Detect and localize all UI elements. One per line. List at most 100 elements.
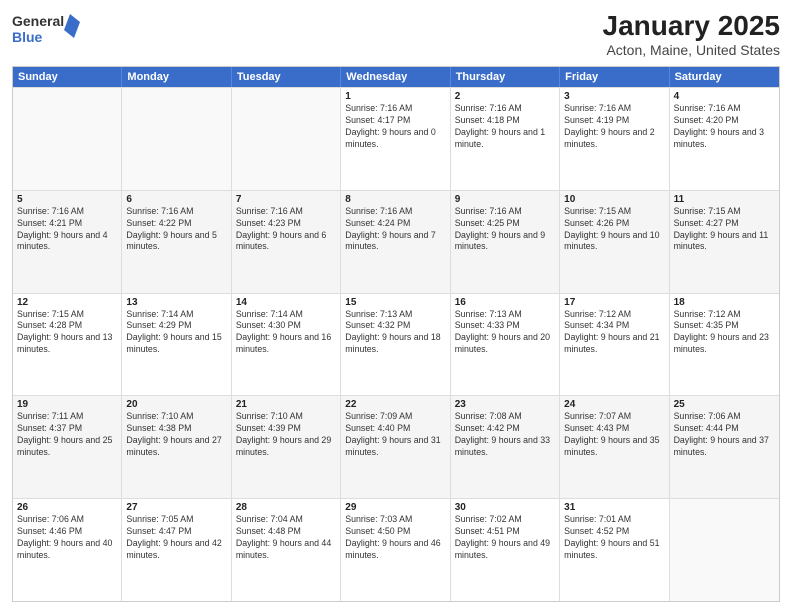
table-row: 19Sunrise: 7:11 AMSunset: 4:37 PMDayligh… [13,396,122,498]
table-row: 2Sunrise: 7:16 AMSunset: 4:18 PMDaylight… [451,88,560,190]
dow-thursday: Thursday [451,67,560,87]
table-row: 15Sunrise: 7:13 AMSunset: 4:32 PMDayligh… [341,294,450,396]
cell-info: Sunrise: 7:13 AMSunset: 4:33 PMDaylight:… [455,309,555,357]
week-row-3: 12Sunrise: 7:15 AMSunset: 4:28 PMDayligh… [13,293,779,396]
day-number: 31 [564,502,664,513]
cell-info: Sunrise: 7:16 AMSunset: 4:22 PMDaylight:… [126,206,226,254]
calendar: Sunday Monday Tuesday Wednesday Thursday… [12,66,780,602]
cell-info: Sunrise: 7:15 AMSunset: 4:27 PMDaylight:… [674,206,775,254]
dow-sunday: Sunday [13,67,122,87]
day-number: 15 [345,297,445,308]
dow-tuesday: Tuesday [232,67,341,87]
table-row [670,499,779,601]
cell-info: Sunrise: 7:16 AMSunset: 4:18 PMDaylight:… [455,103,555,151]
title-block: January 2025 Acton, Maine, United States [603,10,780,58]
cell-info: Sunrise: 7:16 AMSunset: 4:17 PMDaylight:… [345,103,445,151]
table-row [13,88,122,190]
table-row: 5Sunrise: 7:16 AMSunset: 4:21 PMDaylight… [13,191,122,293]
day-number: 30 [455,502,555,513]
cell-info: Sunrise: 7:06 AMSunset: 4:46 PMDaylight:… [17,514,117,562]
table-row: 22Sunrise: 7:09 AMSunset: 4:40 PMDayligh… [341,396,450,498]
day-number: 6 [126,194,226,205]
cell-info: Sunrise: 7:12 AMSunset: 4:35 PMDaylight:… [674,309,775,357]
week-row-4: 19Sunrise: 7:11 AMSunset: 4:37 PMDayligh… [13,395,779,498]
cell-info: Sunrise: 7:11 AMSunset: 4:37 PMDaylight:… [17,411,117,459]
day-number: 17 [564,297,664,308]
day-number: 7 [236,194,336,205]
calendar-subtitle: Acton, Maine, United States [603,42,780,58]
svg-text:Blue: Blue [12,29,43,45]
day-number: 11 [674,194,775,205]
table-row: 31Sunrise: 7:01 AMSunset: 4:52 PMDayligh… [560,499,669,601]
day-number: 21 [236,399,336,410]
page: General Blue January 2025 Acton, Maine, … [0,0,792,612]
day-number: 1 [345,91,445,102]
table-row: 17Sunrise: 7:12 AMSunset: 4:34 PMDayligh… [560,294,669,396]
table-row [232,88,341,190]
day-number: 8 [345,194,445,205]
dow-friday: Friday [560,67,669,87]
day-number: 27 [126,502,226,513]
day-number: 22 [345,399,445,410]
day-number: 13 [126,297,226,308]
cell-info: Sunrise: 7:15 AMSunset: 4:28 PMDaylight:… [17,309,117,357]
cell-info: Sunrise: 7:08 AMSunset: 4:42 PMDaylight:… [455,411,555,459]
day-number: 10 [564,194,664,205]
table-row: 30Sunrise: 7:02 AMSunset: 4:51 PMDayligh… [451,499,560,601]
day-number: 20 [126,399,226,410]
table-row: 21Sunrise: 7:10 AMSunset: 4:39 PMDayligh… [232,396,341,498]
cell-info: Sunrise: 7:12 AMSunset: 4:34 PMDaylight:… [564,309,664,357]
cell-info: Sunrise: 7:06 AMSunset: 4:44 PMDaylight:… [674,411,775,459]
table-row: 20Sunrise: 7:10 AMSunset: 4:38 PMDayligh… [122,396,231,498]
table-row: 28Sunrise: 7:04 AMSunset: 4:48 PMDayligh… [232,499,341,601]
cell-info: Sunrise: 7:16 AMSunset: 4:24 PMDaylight:… [345,206,445,254]
cell-info: Sunrise: 7:15 AMSunset: 4:26 PMDaylight:… [564,206,664,254]
cell-info: Sunrise: 7:16 AMSunset: 4:25 PMDaylight:… [455,206,555,254]
week-row-2: 5Sunrise: 7:16 AMSunset: 4:21 PMDaylight… [13,190,779,293]
cell-info: Sunrise: 7:02 AMSunset: 4:51 PMDaylight:… [455,514,555,562]
cell-info: Sunrise: 7:10 AMSunset: 4:38 PMDaylight:… [126,411,226,459]
logo: General Blue [12,10,82,50]
day-number: 26 [17,502,117,513]
day-number: 18 [674,297,775,308]
dow-monday: Monday [122,67,231,87]
table-row: 24Sunrise: 7:07 AMSunset: 4:43 PMDayligh… [560,396,669,498]
table-row: 7Sunrise: 7:16 AMSunset: 4:23 PMDaylight… [232,191,341,293]
table-row: 23Sunrise: 7:08 AMSunset: 4:42 PMDayligh… [451,396,560,498]
dow-saturday: Saturday [670,67,779,87]
cell-info: Sunrise: 7:10 AMSunset: 4:39 PMDaylight:… [236,411,336,459]
table-row: 12Sunrise: 7:15 AMSunset: 4:28 PMDayligh… [13,294,122,396]
day-number: 25 [674,399,775,410]
day-number: 4 [674,91,775,102]
cell-info: Sunrise: 7:16 AMSunset: 4:23 PMDaylight:… [236,206,336,254]
calendar-body: 1Sunrise: 7:16 AMSunset: 4:17 PMDaylight… [13,87,779,601]
cell-info: Sunrise: 7:03 AMSunset: 4:50 PMDaylight:… [345,514,445,562]
table-row [122,88,231,190]
table-row: 13Sunrise: 7:14 AMSunset: 4:29 PMDayligh… [122,294,231,396]
cell-info: Sunrise: 7:01 AMSunset: 4:52 PMDaylight:… [564,514,664,562]
day-number: 28 [236,502,336,513]
cell-info: Sunrise: 7:14 AMSunset: 4:29 PMDaylight:… [126,309,226,357]
day-number: 2 [455,91,555,102]
day-number: 3 [564,91,664,102]
calendar-title: January 2025 [603,10,780,42]
cell-info: Sunrise: 7:16 AMSunset: 4:21 PMDaylight:… [17,206,117,254]
svg-text:General: General [12,13,64,29]
table-row: 11Sunrise: 7:15 AMSunset: 4:27 PMDayligh… [670,191,779,293]
table-row: 3Sunrise: 7:16 AMSunset: 4:19 PMDaylight… [560,88,669,190]
table-row: 26Sunrise: 7:06 AMSunset: 4:46 PMDayligh… [13,499,122,601]
table-row: 18Sunrise: 7:12 AMSunset: 4:35 PMDayligh… [670,294,779,396]
cell-info: Sunrise: 7:05 AMSunset: 4:47 PMDaylight:… [126,514,226,562]
table-row: 14Sunrise: 7:14 AMSunset: 4:30 PMDayligh… [232,294,341,396]
day-number: 19 [17,399,117,410]
table-row: 27Sunrise: 7:05 AMSunset: 4:47 PMDayligh… [122,499,231,601]
day-number: 12 [17,297,117,308]
cell-info: Sunrise: 7:13 AMSunset: 4:32 PMDaylight:… [345,309,445,357]
table-row: 1Sunrise: 7:16 AMSunset: 4:17 PMDaylight… [341,88,450,190]
dow-wednesday: Wednesday [341,67,450,87]
table-row: 25Sunrise: 7:06 AMSunset: 4:44 PMDayligh… [670,396,779,498]
table-row: 8Sunrise: 7:16 AMSunset: 4:24 PMDaylight… [341,191,450,293]
cell-info: Sunrise: 7:07 AMSunset: 4:43 PMDaylight:… [564,411,664,459]
table-row: 10Sunrise: 7:15 AMSunset: 4:26 PMDayligh… [560,191,669,293]
week-row-5: 26Sunrise: 7:06 AMSunset: 4:46 PMDayligh… [13,498,779,601]
